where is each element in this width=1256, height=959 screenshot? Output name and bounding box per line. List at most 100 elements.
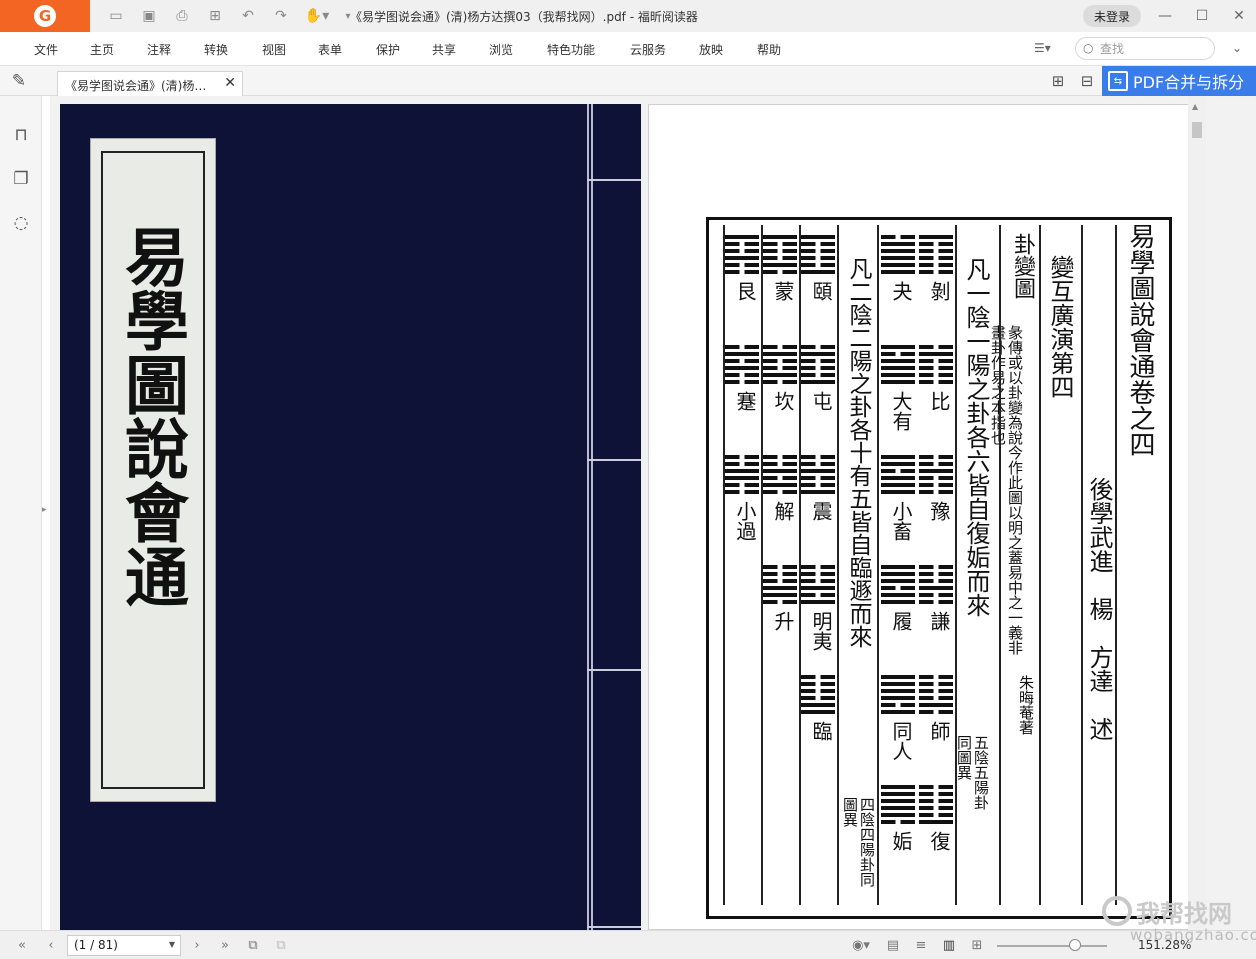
pdf-page-content: 易學圖說會通卷之四 後學武進 楊 方達 述 變互廣演第四 卦變圖 彖傳或以卦變為… [648, 104, 1230, 930]
minimize-icon[interactable]: — [1154, 5, 1176, 27]
hexagram-label: 同人 [889, 721, 913, 761]
menu-view[interactable]: 视图 [262, 41, 286, 58]
rule-line-1: 凡一陰一陽之卦各六皆自復姤而來 [962, 257, 990, 617]
first-page-icon[interactable]: « [13, 936, 31, 954]
yin-line [919, 806, 953, 810]
scroll-up-icon[interactable]: ▲ [1192, 102, 1198, 111]
close-tab-icon[interactable]: ✕ [224, 75, 236, 91]
expand-sidebar-icon[interactable]: ▸ [42, 505, 50, 521]
menu-convert[interactable]: 转换 [204, 41, 228, 58]
hexagram-21 [725, 235, 759, 277]
zoom-slider-handle[interactable] [1069, 939, 1081, 951]
merge-icon: ⇆ [1108, 71, 1128, 91]
yang-line [725, 366, 759, 370]
menu-slideshow[interactable]: 放映 [699, 41, 723, 58]
yang-line [881, 359, 915, 363]
menu-home[interactable]: 主页 [90, 41, 114, 58]
yin-line [763, 380, 797, 384]
continuous-facing-icon[interactable]: ⊞ [968, 936, 986, 954]
copy-page-icon[interactable]: ⧉ [244, 936, 262, 954]
facing-page-icon[interactable]: ▥ [940, 936, 958, 954]
yang-line [881, 806, 915, 810]
search-box[interactable]: ○ [1075, 37, 1215, 60]
hand-tool-icon[interactable]: ✋▾ [304, 6, 330, 26]
redo-icon[interactable]: ↷ [271, 6, 291, 26]
yang-line [919, 820, 953, 824]
save-icon[interactable]: ▣ [139, 6, 159, 26]
yin-line [919, 696, 953, 700]
previous-page-icon[interactable]: ‹ [42, 936, 60, 954]
zoom-slider[interactable] [997, 945, 1107, 947]
undo-icon[interactable]: ↶ [238, 6, 258, 26]
hexagram-label: 剝 [927, 281, 951, 301]
menu-share[interactable]: 共享 [432, 41, 456, 58]
yang-line [919, 586, 953, 590]
login-button[interactable]: 未登录 [1083, 5, 1141, 27]
yin-line [801, 593, 835, 597]
page-layout-icon[interactable]: ⊟ [1076, 70, 1098, 92]
single-page-icon[interactable]: ▤ [884, 936, 902, 954]
hexagram-label: 坎 [771, 391, 795, 411]
search-input[interactable] [1100, 40, 1210, 57]
scroll-thumb[interactable] [1192, 122, 1202, 138]
comments-icon[interactable]: ◌ [10, 212, 32, 234]
yin-line [919, 565, 953, 569]
hexagram-18 [763, 345, 797, 387]
yin-line [919, 710, 953, 714]
yang-line [881, 785, 915, 789]
more-options-icon[interactable]: ⌄ [1232, 41, 1242, 55]
yin-line [763, 455, 797, 459]
last-page-icon[interactable]: » [216, 936, 234, 954]
yin-line [801, 455, 835, 459]
yang-line [881, 689, 915, 693]
grid-layout-icon[interactable]: ⊞ [1047, 70, 1069, 92]
open-folder-icon[interactable]: ▭ [106, 6, 126, 26]
menu-file[interactable]: 文件 [34, 41, 58, 58]
menu-help[interactable]: 帮助 [757, 41, 781, 58]
read-mode-icon[interactable]: ◉▾ [848, 936, 874, 954]
yin-line [919, 462, 953, 466]
print-icon[interactable]: ⎙ [172, 6, 192, 26]
edit-pen-icon[interactable]: ✎ [8, 70, 30, 92]
maximize-icon[interactable]: ☐ [1191, 5, 1213, 27]
menu-form[interactable]: 表单 [318, 41, 342, 58]
menu-comment[interactable]: 注释 [147, 41, 171, 58]
hexagram-label: 夬 [889, 281, 913, 301]
menu-features[interactable]: 特色功能 [547, 41, 595, 58]
search-options-icon[interactable]: ☰▾ [1034, 41, 1051, 55]
vertical-scrollbar[interactable]: ▲ [1188, 96, 1206, 930]
document-tab[interactable]: 《易学图说会通》(清)杨方达撰03（我帮找网）.pdf ✕ [57, 71, 243, 96]
page-number-field[interactable]: (1 / 81) ▼ [67, 935, 181, 956]
yang-line [881, 483, 915, 487]
pages-icon[interactable]: ❐ [10, 168, 32, 190]
column-rule [877, 225, 879, 905]
menu-browse[interactable]: 浏览 [489, 41, 513, 58]
yang-line [881, 682, 915, 686]
menu-cloud[interactable]: 云服务 [630, 41, 666, 58]
cover-title-slip: 易學圖說會通 [90, 138, 216, 802]
yin-line [763, 270, 797, 274]
yin-line [801, 483, 835, 487]
document-viewer[interactable]: 易學圖說會通 易學圖說會通卷之四 後學武進 楊 方達 述 變互廣演第四 卦變圖 … [50, 96, 1238, 930]
hexagram-label: 臨 [809, 721, 833, 741]
app-logo[interactable]: G [0, 0, 90, 32]
page-dropdown-icon[interactable]: ▼ [169, 940, 175, 949]
column-rule [1039, 225, 1041, 905]
yang-line [881, 476, 915, 480]
yang-line [725, 476, 759, 480]
close-window-icon[interactable]: ✕ [1228, 5, 1250, 27]
yin-line [919, 380, 953, 384]
yang-line [881, 256, 915, 260]
new-document-icon[interactable]: ⊞ [205, 6, 225, 26]
rule-line-2-note: 四陰四陽卦同圖異 [841, 797, 876, 887]
next-page-icon[interactable]: › [188, 936, 206, 954]
pdf-merge-split-banner[interactable]: ⇆ PDF合并与拆分 [1102, 66, 1256, 96]
yang-line [881, 270, 915, 274]
yin-line [801, 682, 835, 686]
continuous-page-icon[interactable]: ≡ [912, 936, 930, 954]
bookmark-icon[interactable]: ⊓ [10, 124, 32, 146]
yang-line [801, 703, 835, 707]
paste-page-icon[interactable]: ⧉ [272, 936, 290, 954]
menu-protect[interactable]: 保护 [376, 41, 400, 58]
yang-line [881, 675, 915, 679]
